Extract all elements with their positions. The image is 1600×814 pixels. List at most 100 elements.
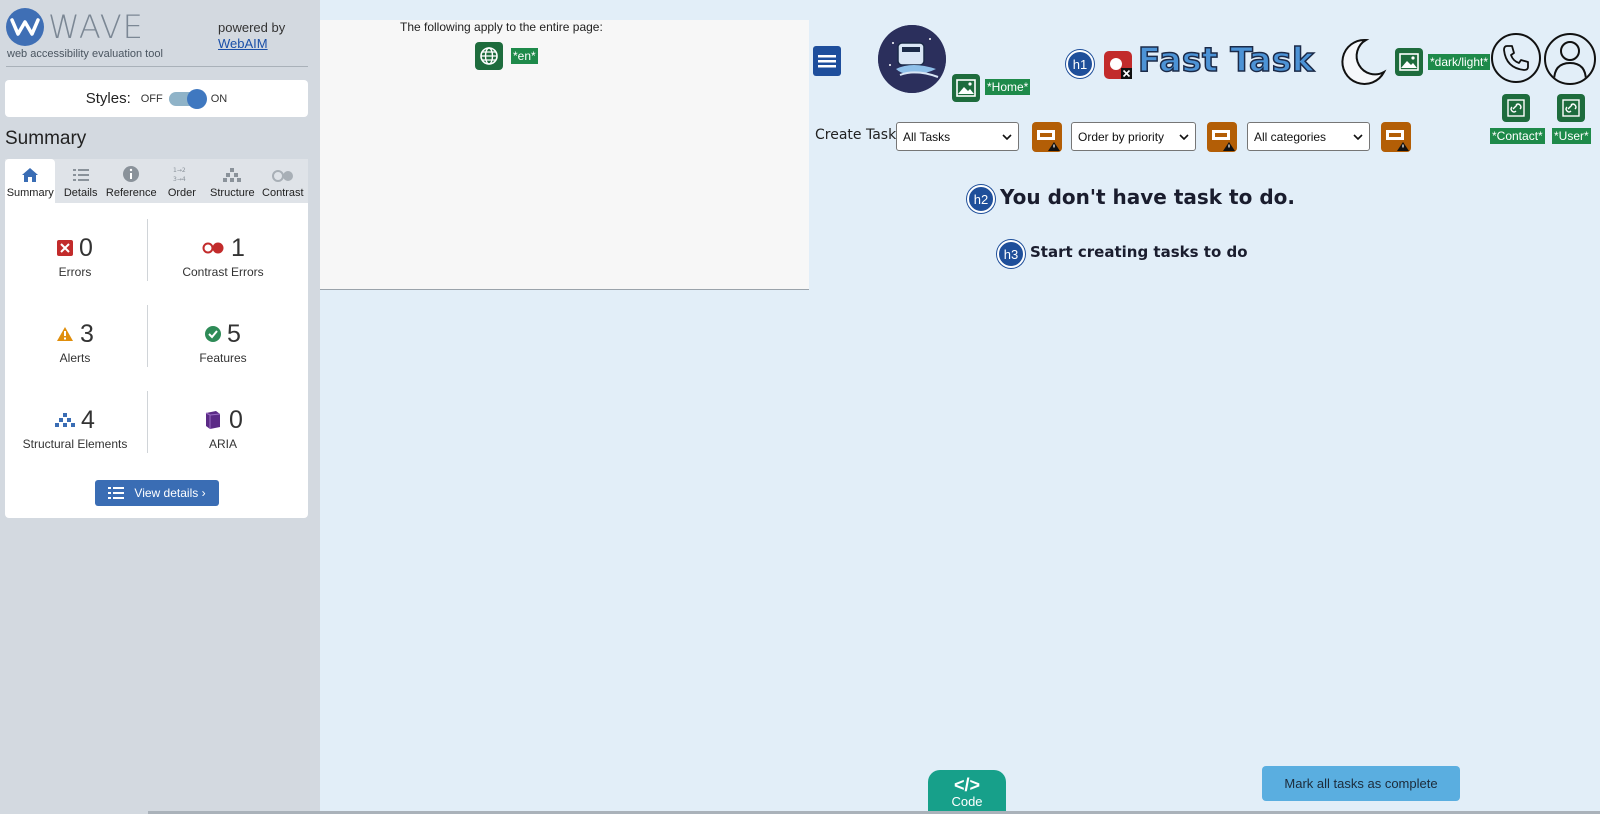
order-select[interactable]: Order by priority (1071, 122, 1196, 151)
contrast-errors-count: 1 (231, 233, 245, 262)
divider (6, 66, 308, 67)
order-icon: 1→23→4 (173, 167, 186, 183)
image-feature-icon[interactable] (952, 74, 980, 102)
dark-light-alt-tag: *dark/light* (1428, 54, 1491, 70)
moon-icon (1341, 38, 1387, 85)
home-alt-tag: *Home* (985, 79, 1031, 95)
styles-toggle[interactable] (168, 88, 207, 109)
user-link[interactable] (1544, 33, 1596, 85)
error-icon (57, 240, 74, 256)
missing-label-alert-icon[interactable] (1032, 122, 1062, 152)
features-label: Features (199, 351, 247, 365)
view-details-button[interactable]: View details › (95, 480, 219, 506)
image-feature-icon[interactable] (1395, 48, 1423, 76)
powered-by-text: powered by (218, 20, 286, 35)
tab-label: Details (63, 187, 98, 199)
globe-icon (475, 42, 503, 70)
h1-badge[interactable]: h1 (1066, 50, 1094, 78)
features-count: 5 (227, 319, 241, 348)
alerts-stat[interactable]: 3 Alerts (5, 319, 145, 365)
contrast-errors-label: Contrast Errors (182, 265, 264, 279)
task-filter-select[interactable]: All Tasks (896, 122, 1019, 151)
toggle-knob (186, 88, 207, 109)
divider (147, 305, 148, 367)
missing-label-alert-icon[interactable] (1381, 122, 1411, 152)
mark-all-complete-button[interactable]: Mark all tasks as complete (1262, 766, 1460, 801)
phone-icon (1503, 45, 1529, 71)
page-level-panel: The following apply to the entire page: … (320, 20, 809, 290)
errors-stat[interactable]: 0 Errors (5, 233, 145, 279)
alerts-count: 3 (80, 319, 94, 348)
styles-on-label: ON (210, 92, 228, 105)
tab-reference[interactable]: Reference (106, 159, 157, 203)
structural-label: Structural Elements (22, 437, 128, 451)
svg-text:1→2: 1→2 (173, 167, 186, 174)
tab-label: Contrast (262, 187, 304, 199)
app-title: Fast Task (1137, 39, 1315, 80)
create-task-link[interactable]: Create Task (815, 127, 896, 143)
structure-icon (55, 413, 76, 427)
error-icon[interactable] (1104, 51, 1132, 79)
tab-label: Summary (6, 187, 54, 199)
page-notice: The following apply to the entire page: (400, 20, 603, 34)
home-icon (22, 168, 39, 182)
app-logo[interactable] (878, 25, 946, 93)
tab-structure[interactable]: Structure (207, 159, 257, 203)
contrast-icon (271, 170, 293, 182)
link-feature-icon[interactable] (1557, 94, 1585, 122)
contact-link[interactable] (1491, 33, 1541, 83)
task-filter-value: All Tasks (903, 129, 951, 144)
tab-details[interactable]: Details (55, 159, 105, 203)
language-feature[interactable]: *en* (475, 42, 538, 70)
code-icon: </> (953, 774, 981, 795)
webaim-link[interactable]: WebAIM (218, 36, 285, 52)
list-icon (108, 487, 125, 499)
tab-label: Reference (105, 187, 157, 199)
aria-stat[interactable]: 0 ARIA (153, 405, 293, 451)
feature-check-icon (205, 326, 222, 342)
code-toggle-button[interactable]: </> Code (928, 770, 1006, 814)
powered-by: powered by WebAIM (218, 20, 285, 52)
aria-label: ARIA (208, 437, 237, 451)
tab-summary[interactable]: Summary (5, 159, 56, 203)
h2-badge[interactable]: h2 (967, 185, 995, 213)
dark-mode-toggle[interactable] (1336, 36, 1388, 92)
h3-badge[interactable]: h3 (997, 240, 1025, 268)
wave-logo[interactable]: WAVE (6, 8, 144, 46)
empty-subheading: Start creating tasks to do (1030, 243, 1248, 261)
styles-label: Styles: (85, 90, 131, 107)
errors-count: 0 (79, 233, 93, 262)
missing-label-alert-icon[interactable] (1207, 122, 1237, 152)
language-tag: *en* (511, 48, 538, 64)
features-stat[interactable]: 5 Features (153, 319, 293, 366)
tab-label: Order (167, 187, 196, 199)
aria-count: 0 (229, 405, 243, 434)
code-label: Code (951, 793, 983, 809)
tab-contrast[interactable]: Contrast (258, 159, 308, 203)
structure-icon (223, 168, 242, 182)
menu-hamburger-button[interactable] (813, 46, 841, 76)
divider (147, 391, 148, 453)
summary-panel: 0 Errors 1 Contrast Errors 3 Alerts 5 Fe… (5, 203, 308, 518)
list-icon (72, 169, 89, 181)
summary-title: Summary (5, 128, 87, 149)
wave-sidebar: WAVE web accessibility evaluation tool p… (0, 0, 320, 814)
empty-heading: You don't have task to do. (1000, 185, 1295, 209)
structural-stat[interactable]: 4 Structural Elements (5, 405, 145, 452)
chevron-down-icon (1353, 133, 1363, 140)
wave-logo-icon (6, 8, 44, 46)
contrast-error-icon (202, 242, 224, 254)
divider (147, 219, 148, 281)
wave-tagline: web accessibility evaluation tool (7, 48, 163, 60)
category-value: All categories (1254, 129, 1327, 144)
link-feature-icon[interactable] (1502, 94, 1530, 122)
aria-cube-icon (205, 411, 221, 429)
category-select[interactable]: All categories (1247, 122, 1370, 151)
user-alt-tag: *User* (1552, 128, 1591, 144)
hamburger-icon (818, 55, 836, 68)
chevron-down-icon (1179, 133, 1189, 140)
tab-order[interactable]: 1→2 3→4 Order (157, 159, 207, 203)
wave-tabs: Summary Details Reference 1→2 3→4 Order S… (5, 159, 308, 203)
contrast-errors-stat[interactable]: 1 Contrast Errors (153, 233, 293, 280)
rocket-robot-logo-icon (878, 25, 946, 93)
